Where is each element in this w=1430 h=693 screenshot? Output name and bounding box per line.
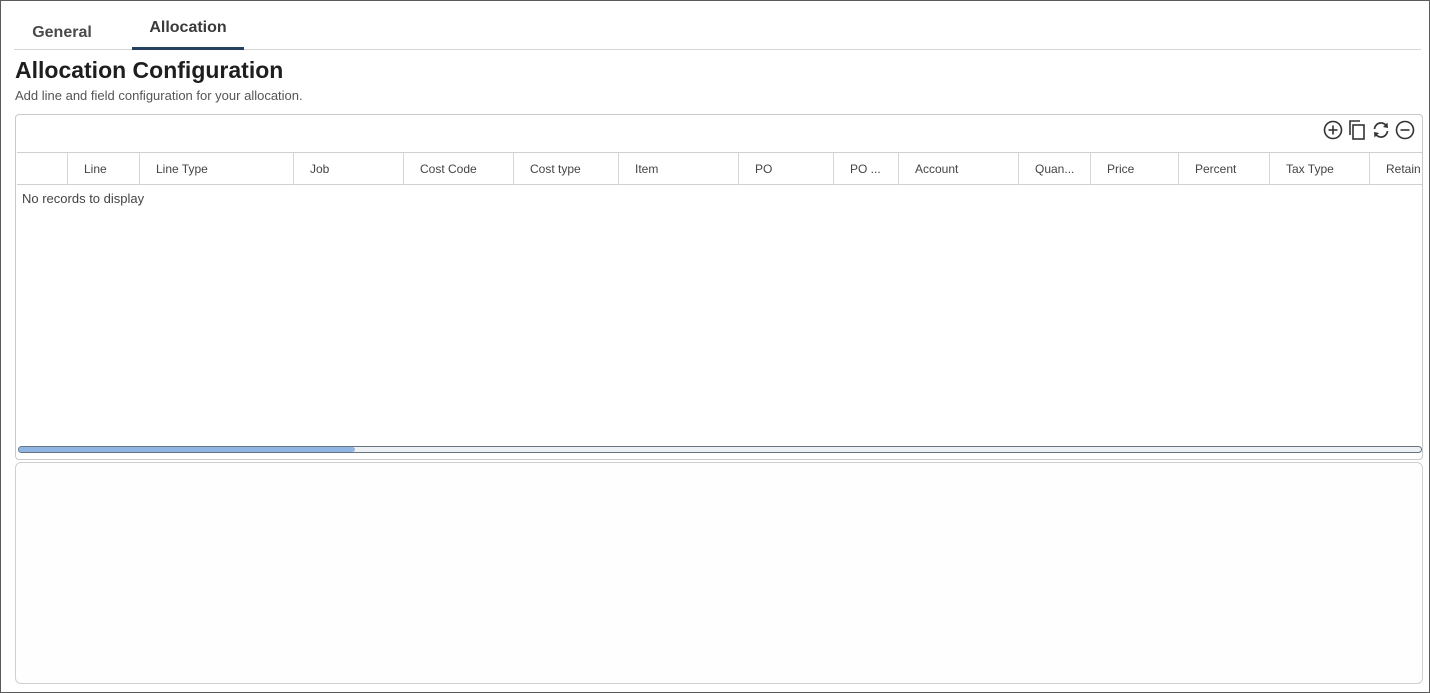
remove-row-button[interactable]: [1394, 119, 1416, 141]
tab-allocation[interactable]: Allocation: [132, 9, 244, 50]
allocation-grid-panel: Line Line Type Job Cost Code Cost type I…: [15, 114, 1423, 460]
allocation-grid: Line Line Type Job Cost Code Cost type I…: [17, 152, 1422, 453]
column-header-item[interactable]: Item: [618, 153, 738, 185]
allocation-window: General Allocation Allocation Configurat…: [0, 0, 1430, 693]
refresh-button[interactable]: [1370, 119, 1392, 141]
grid-toolbar: [1322, 118, 1416, 142]
add-circle-icon: [1323, 120, 1343, 140]
column-header-line-type[interactable]: Line Type: [139, 153, 293, 185]
copy-row-button[interactable]: [1346, 119, 1368, 141]
column-header-quantity[interactable]: Quan...: [1018, 153, 1090, 185]
column-header-po-line[interactable]: PO ...: [833, 153, 898, 185]
tab-bar: General Allocation: [14, 9, 1421, 50]
refresh-icon: [1373, 122, 1389, 138]
column-header-tax-type[interactable]: Tax Type: [1269, 153, 1369, 185]
column-header-price[interactable]: Price: [1090, 153, 1178, 185]
grid-horizontal-scrollbar[interactable]: [18, 446, 1422, 453]
empty-grid-message: No records to display: [22, 191, 145, 206]
column-header-select[interactable]: [17, 153, 67, 185]
column-header-cost-type[interactable]: Cost type: [513, 153, 618, 185]
allocation-detail-panel: [15, 462, 1423, 684]
page-title: Allocation Configuration: [15, 57, 284, 83]
column-header-percent[interactable]: Percent: [1178, 153, 1269, 185]
column-header-po[interactable]: PO: [738, 153, 833, 185]
column-header-job[interactable]: Job: [293, 153, 403, 185]
column-header-line[interactable]: Line: [67, 153, 139, 185]
column-header-retain[interactable]: Retain: [1369, 153, 1422, 185]
copy-icon: [1349, 120, 1365, 140]
add-row-button[interactable]: [1322, 119, 1344, 141]
column-header-account[interactable]: Account: [898, 153, 1018, 185]
remove-circle-icon: [1395, 120, 1415, 140]
page-subtitle: Add line and field configuration for you…: [15, 88, 303, 103]
column-header-cost-code[interactable]: Cost Code: [403, 153, 513, 185]
scrollbar-thumb[interactable]: [19, 447, 355, 452]
tab-general[interactable]: General: [14, 12, 110, 53]
grid-header-row: Line Line Type Job Cost Code Cost type I…: [17, 153, 1422, 185]
